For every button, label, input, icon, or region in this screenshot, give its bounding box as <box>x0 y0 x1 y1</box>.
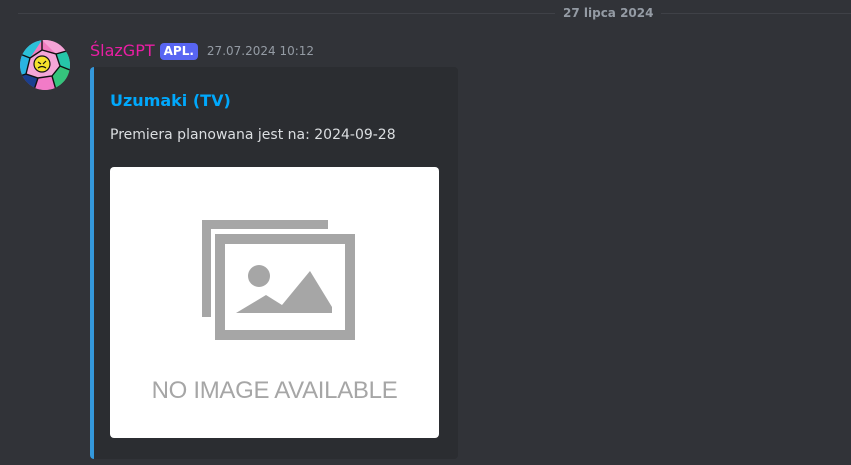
embed-title-link[interactable]: Uzumaki (TV) <box>110 90 231 112</box>
date-divider <box>18 13 851 14</box>
embed-image[interactable]: NO IMAGE AVAILABLE <box>110 167 439 438</box>
avatar[interactable] <box>20 40 70 90</box>
message-header: ŚlazGPT APL. 27.07.2024 10:12 <box>90 39 314 63</box>
date-divider-label: 27 lipca 2024 <box>555 5 662 21</box>
no-image-label: NO IMAGE AVAILABLE <box>151 377 398 404</box>
author-name[interactable]: ŚlazGPT <box>90 40 155 62</box>
avatar-image <box>20 40 70 90</box>
chat-message-area: 27 lipca 2024 ŚlazGPT APL. 27.07.2024 10… <box>0 0 851 465</box>
embed-card: Uzumaki (TV) Premiera planowana jest na:… <box>90 67 458 459</box>
bot-tag: APL. <box>159 42 198 60</box>
message-timestamp[interactable]: 27.07.2024 10:12 <box>207 43 314 59</box>
embed-description: Premiera planowana jest na: 2024-09-28 <box>110 127 396 143</box>
